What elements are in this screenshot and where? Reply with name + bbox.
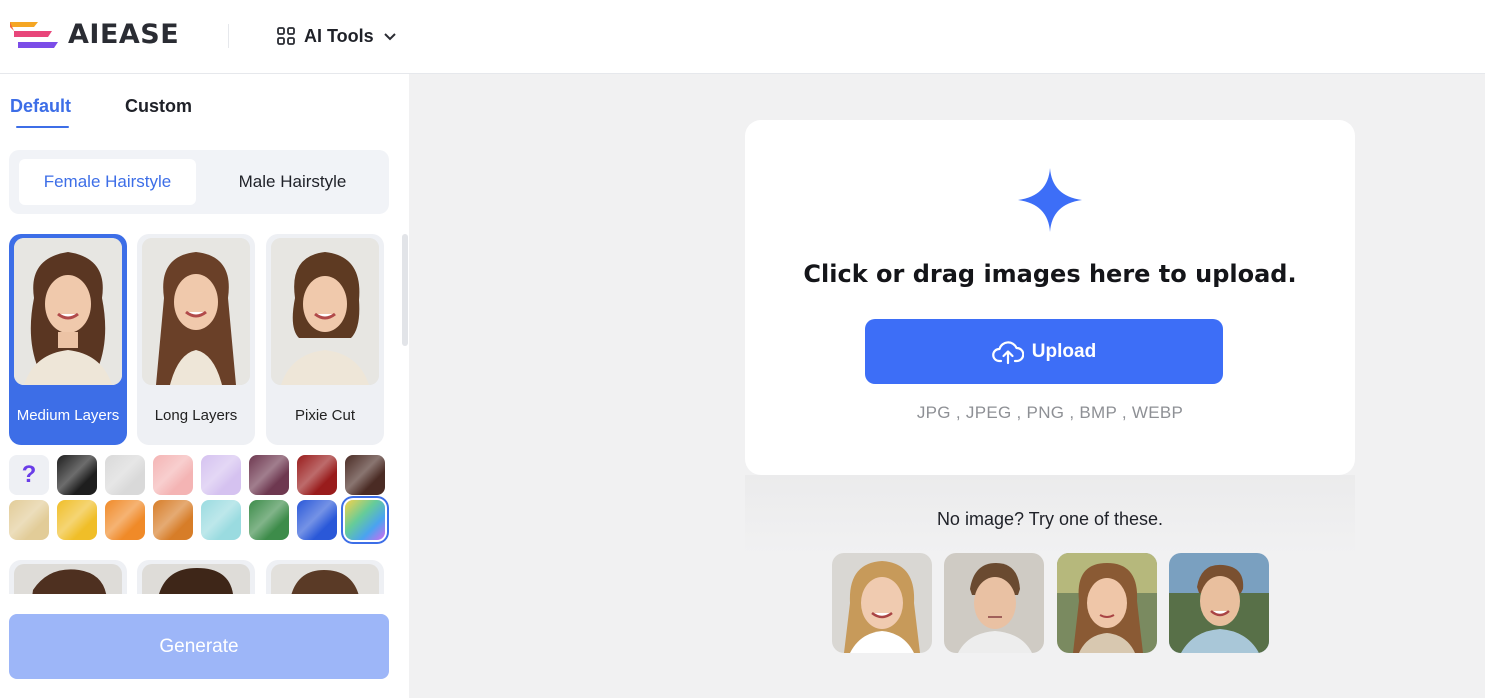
sample-image-2[interactable] [944,553,1044,653]
sample-images-label: No image? Try one of these. [936,509,1164,529]
header-divider [228,24,229,48]
style-card-partial[interactable] [137,560,255,594]
supported-formats: JPG , JPEG , PNG , BMP , WEBP [916,403,1184,422]
logo-mark-icon [10,22,58,48]
pixie-cut-label: Pixie Cut [294,406,356,424]
color-swatch-gold[interactable] [57,500,97,540]
upload-button[interactable]: Upload [865,319,1223,384]
color-swatch-pink[interactable] [153,455,193,495]
style-card-partial[interactable] [266,560,384,594]
color-swatch-aqua[interactable] [201,500,241,540]
female-hairstyle-button[interactable]: Female Hairstyle [19,159,196,205]
ai-tools-dropdown[interactable]: AI Tools [276,24,398,48]
color-swatch-blue[interactable] [297,500,337,540]
male-hairstyle-button[interactable]: Male Hairstyle [206,159,379,205]
chevron-down-icon [383,33,396,41]
long-layers-preview [142,238,250,385]
color-swatch-copper[interactable] [153,500,193,540]
sparkle-plus-icon [1018,168,1082,232]
style-card-medium-layers[interactable]: Medium Layers [9,234,127,445]
medium-layers-preview [14,238,122,385]
hairstyle-sidebar: Default Custom Female Hairstyle Male Hai… [0,74,409,698]
style-card-partial[interactable] [9,560,127,594]
generate-button[interactable]: Generate [9,614,389,679]
color-swatch-red[interactable] [297,455,337,495]
medium-layers-label: Medium Layers [16,406,120,424]
pixie-cut-preview [271,238,379,385]
main-area: Click or drag images here to upload. Upl… [409,74,1485,698]
color-swatch-green[interactable] [249,500,289,540]
grid-icon [277,27,295,45]
sample-image-4[interactable] [1169,553,1269,653]
style-card-pixie-cut[interactable]: Pixie Cut [266,234,384,445]
upload-title: Click or drag images here to upload. [803,260,1297,288]
color-swatch-orange[interactable] [105,500,145,540]
top-header: AIEASE AI Tools [0,0,1485,74]
aiease-logo[interactable]: AIEASE [8,16,183,52]
sidebar-scrollbar[interactable] [402,234,408,346]
logo-text: AIEASE [68,18,180,50]
long-layers-label: Long Layers [154,406,238,424]
upload-dropzone[interactable]: Click or drag images here to upload. Upl… [745,120,1355,475]
hairstyle-grid: Medium Layers Long Layers Pixie Cut ? [9,234,389,594]
active-tab-indicator [16,126,69,128]
upload-label: Upload [1031,340,1097,362]
sample-image-1[interactable] [832,553,932,653]
style-card-long-layers[interactable]: Long Layers [137,234,255,445]
color-swatch-lavender[interactable] [201,455,241,495]
color-swatch-rainbow[interactable] [345,500,385,540]
gender-segmented-control: Female Hairstyle Male Hairstyle [9,150,389,214]
color-swatch-dark-brown[interactable] [345,455,385,495]
color-swatch-blonde[interactable] [9,500,49,540]
color-swatch-random[interactable]: ? [9,455,49,495]
tab-default[interactable]: Default [10,96,71,117]
color-swatch-plum[interactable] [249,455,289,495]
ai-tools-label: AI Tools [304,25,374,46]
sample-image-3[interactable] [1057,553,1157,653]
color-swatch-silver[interactable] [105,455,145,495]
tab-custom[interactable]: Custom [125,96,192,117]
color-swatch-black[interactable] [57,455,97,495]
cloud-upload-icon [991,340,1024,364]
